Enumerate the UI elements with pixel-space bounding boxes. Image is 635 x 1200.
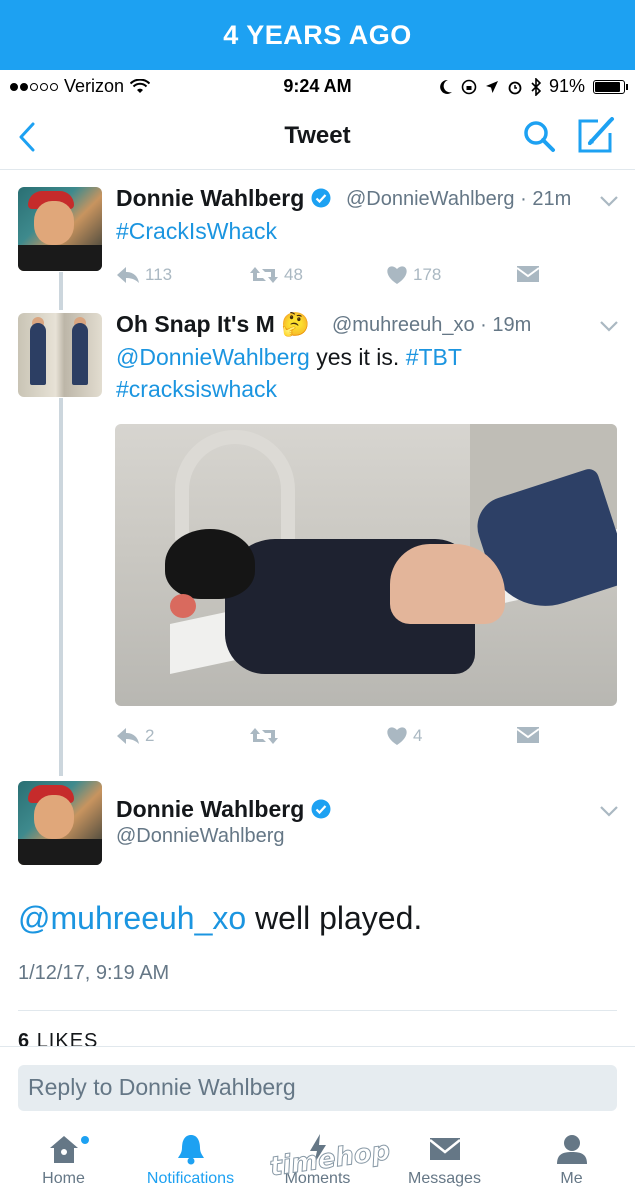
avatar[interactable] <box>18 187 102 271</box>
tweet-time: · 21m <box>520 188 572 210</box>
likes-summary[interactable]: 6 LIKES <box>18 1030 98 1046</box>
tweet-text: @DonnieWahlberg yes it is. #TBT #cracksi… <box>116 344 462 402</box>
mention-link[interactable]: @muhreeuh_xo <box>18 900 246 936</box>
avatar[interactable] <box>18 781 102 865</box>
retweet-button[interactable] <box>249 726 279 746</box>
tweet-author-handle[interactable]: @DonnieWahlberg · 21m <box>346 188 571 211</box>
likes-label: LIKES <box>36 1030 99 1046</box>
tweet-text: @muhreeuh_xo well played. <box>18 900 423 936</box>
search-icon[interactable] <box>522 119 556 153</box>
reply-input[interactable]: Reply to Donnie Wahlberg <box>18 1065 617 1111</box>
moon-icon <box>440 79 452 94</box>
navigation-bar: Tweet <box>0 104 635 170</box>
hashtag-link[interactable]: #TBT <box>406 344 462 370</box>
tab-label: Notifications <box>146 1170 235 1187</box>
alarm-icon <box>508 81 522 94</box>
like-button[interactable]: 178 <box>386 265 441 285</box>
rotation-lock-icon <box>461 79 477 94</box>
envelope-icon <box>516 266 540 282</box>
tweet-actions: 113 48 178 <box>116 265 616 287</box>
like-count: 178 <box>413 265 442 284</box>
person-icon <box>556 1135 587 1164</box>
battery-percent: 91% <box>548 76 585 96</box>
banner-text: 4 YEARS AGO <box>223 19 412 50</box>
tweet-hashtag[interactable]: #CrackIsWhack <box>116 215 277 247</box>
reply-button[interactable]: 113 <box>116 265 172 285</box>
tab-label: Me <box>560 1170 583 1187</box>
compose-icon[interactable] <box>576 117 616 155</box>
tweet-photo[interactable] <box>115 424 617 706</box>
chevron-down-icon[interactable] <box>599 194 619 208</box>
like-button[interactable]: 4 <box>386 726 422 746</box>
location-icon <box>485 80 498 93</box>
retweet-icon <box>250 267 278 283</box>
retweet-button[interactable]: 48 <box>249 265 303 285</box>
avatar[interactable] <box>18 313 102 397</box>
tab-messages[interactable]: Messages <box>381 1132 508 1188</box>
status-icons: 91% <box>439 76 628 97</box>
tweet-author-name[interactable]: Donnie Wahlberg <box>116 185 331 212</box>
status-bar: Verizon 9:24 AM 91% <box>0 70 635 104</box>
direct-message-button[interactable] <box>516 265 540 283</box>
envelope-icon <box>516 727 540 743</box>
thinking-face-emoji: 🤔 <box>281 311 310 337</box>
notification-dot <box>81 1136 89 1144</box>
reply-button[interactable]: 2 <box>116 726 154 746</box>
mention-link[interactable]: @DonnieWahlberg <box>116 344 310 370</box>
tweet-author-name[interactable]: Donnie Wahlberg <box>116 796 331 823</box>
tweet-author-handle[interactable]: @DonnieWahlberg <box>116 825 285 848</box>
battery-icon <box>593 79 628 94</box>
thread-line <box>59 398 63 776</box>
heart-icon <box>387 266 407 284</box>
tab-notifications[interactable]: Notifications <box>127 1132 254 1188</box>
heart-icon <box>387 727 407 745</box>
tweet-author-handle[interactable]: @muhreeuh_xo · 19m <box>332 314 531 337</box>
divider <box>18 1010 617 1011</box>
tab-label: Home <box>42 1170 85 1187</box>
reply-count: 2 <box>145 726 155 745</box>
bell-icon <box>177 1135 204 1165</box>
retweet-icon <box>250 728 278 744</box>
retweet-count: 48 <box>284 265 303 284</box>
chevron-down-icon[interactable] <box>599 804 619 818</box>
verified-badge-icon <box>311 188 331 208</box>
reply-icon <box>117 267 139 283</box>
reply-bar: Reply to Donnie Wahlberg <box>0 1046 635 1126</box>
direct-message-button[interactable] <box>516 726 540 744</box>
verified-badge-icon <box>311 799 331 819</box>
like-count: 4 <box>413 726 423 745</box>
home-icon <box>49 1136 78 1163</box>
hashtag-link[interactable]: #cracksiswhack <box>116 376 277 402</box>
tab-me[interactable]: Me <box>508 1132 635 1188</box>
bluetooth-icon <box>531 77 541 96</box>
reply-icon <box>117 728 139 744</box>
tweet-author-name[interactable]: Oh Snap It's M 🤔 <box>116 311 310 338</box>
thread-line <box>59 272 63 310</box>
likes-count: 6 <box>18 1030 31 1046</box>
tab-home[interactable]: Home <box>0 1132 127 1188</box>
tweet-actions: 2 4 <box>116 726 616 748</box>
envelope-icon <box>428 1138 461 1160</box>
reply-count: 113 <box>145 265 173 284</box>
tab-label: Messages <box>408 1170 481 1187</box>
tweet-time: · 19m <box>480 314 532 336</box>
timehop-banner: 4 YEARS AGO <box>0 0 635 70</box>
tweet-timestamp: 1/12/17, 9:19 AM <box>18 962 170 984</box>
chevron-down-icon[interactable] <box>599 319 619 333</box>
